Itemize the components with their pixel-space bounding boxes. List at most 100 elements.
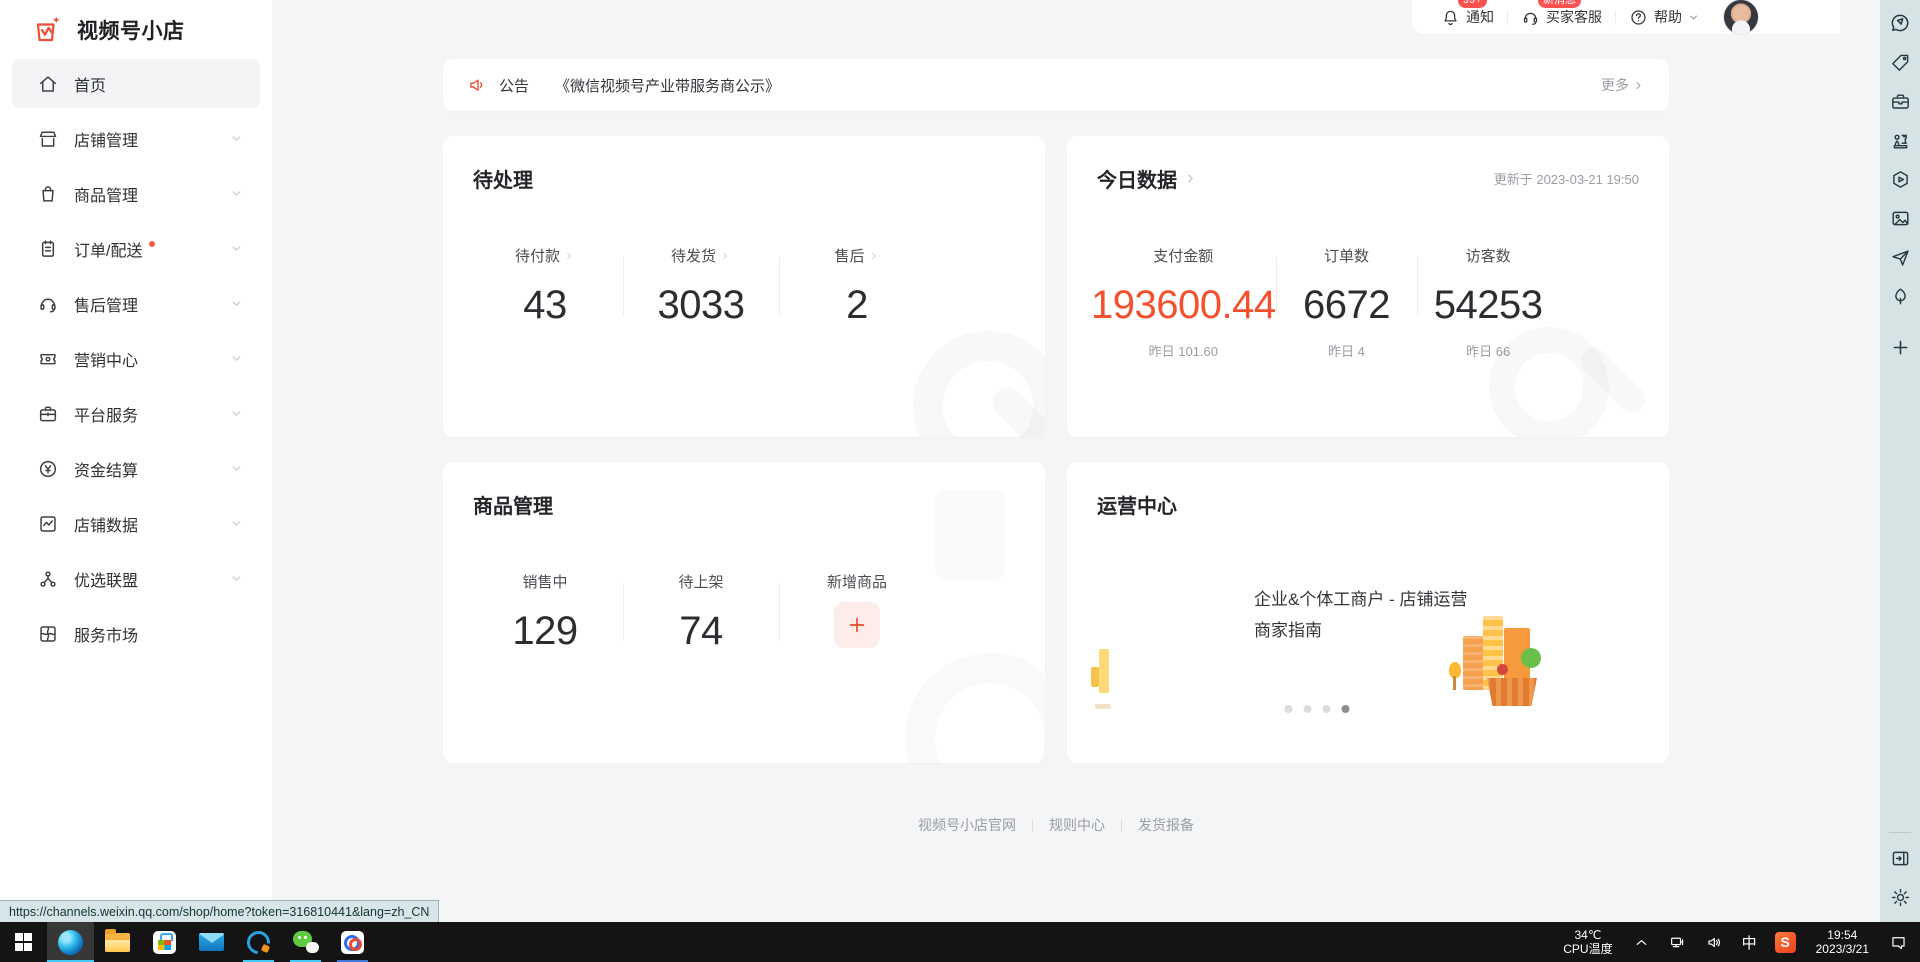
carousel-dot[interactable]	[1323, 705, 1331, 713]
main-content: 公告 《微信视频号产业带服务商公示》 更多 待处理 待付款	[272, 0, 1840, 882]
games-icon[interactable]	[1887, 127, 1913, 153]
chevron-right-icon	[563, 250, 575, 262]
carousel-dot[interactable]	[1304, 705, 1312, 713]
ime-indicator[interactable]: 中	[1733, 932, 1766, 953]
bag-icon	[37, 183, 59, 205]
announcement-more-button[interactable]: 更多	[1601, 75, 1645, 95]
magnifier-watermark-handle	[986, 381, 1045, 437]
action-center-button[interactable]	[1880, 933, 1920, 952]
sogou-ime-button[interactable]: S	[1766, 932, 1805, 953]
buyer-support-button[interactable]: 买家客服 新消息	[1508, 0, 1615, 34]
taskbar-edge-button[interactable]	[47, 922, 94, 962]
chevron-down-icon	[229, 571, 244, 586]
operation-card-title: 运营中心	[1097, 490, 1177, 519]
storefront-icon	[37, 128, 59, 150]
sidebar-item-aftersale[interactable]: 售后管理	[0, 276, 272, 331]
stat-link[interactable]: 待发货	[671, 245, 731, 266]
magnifier-watermark	[913, 331, 1045, 437]
more-label: 更多	[1601, 75, 1629, 95]
stat-label: 售后	[834, 245, 864, 266]
stat-payment-amount: 支付金额 193600.44 昨日 101.60	[1091, 245, 1276, 360]
add-sidebar-item-icon[interactable]	[1887, 334, 1913, 360]
taskbar-file-explorer-button[interactable]	[94, 922, 141, 962]
cpu-temp-widget[interactable]: 34℃ CPU温度	[1552, 928, 1623, 956]
carousel-dot[interactable]	[1285, 705, 1293, 713]
sidebar-item-marketing[interactable]: 营销中心	[0, 331, 272, 386]
chevron-down-icon	[229, 351, 244, 366]
taskbar-tim-button[interactable]	[235, 922, 282, 962]
carousel-dots	[1285, 705, 1350, 713]
stat-label: 待上架	[678, 571, 723, 592]
slide-illustration	[1463, 604, 1545, 708]
announcement-link[interactable]: 《微信视频号产业带服务商公示》	[555, 75, 780, 96]
stat-visitor-count: 访客数 54253 昨日 66	[1417, 245, 1559, 360]
help-button[interactable]: 帮助	[1616, 0, 1713, 34]
network-icon	[1668, 933, 1687, 952]
taskbar-store-button[interactable]	[141, 922, 188, 962]
stat-value: 74	[623, 609, 779, 654]
stat-link[interactable]: 售后	[834, 245, 879, 266]
taskbar-mail-button[interactable]	[188, 922, 235, 962]
help-icon	[1629, 8, 1648, 27]
notifications-button[interactable]: 通知 99+	[1428, 0, 1507, 34]
stat-link[interactable]: 待付款	[515, 245, 575, 266]
volume-button[interactable]	[1696, 933, 1733, 952]
stat-value: 2	[779, 283, 935, 328]
knot-app-icon	[341, 931, 364, 954]
footer-divider	[1121, 819, 1122, 832]
settings-gear-icon[interactable]	[1887, 884, 1913, 910]
open-panel-icon[interactable]	[1887, 845, 1913, 871]
volume-icon	[1705, 933, 1724, 952]
chevron-down-icon	[229, 241, 244, 256]
pending-card: 待处理 待付款 43 待发货	[443, 136, 1045, 437]
stat-label: 销售中	[522, 571, 567, 592]
sidebar-item-funds-settlement[interactable]: 资金结算	[0, 441, 272, 496]
card-title-text: 今日数据	[1097, 164, 1177, 193]
browser-status-url: https://channels.weixin.qq.com/shop/home…	[0, 900, 439, 922]
sidebar-item-home[interactable]: 首页	[0, 56, 272, 111]
briefcase-icon	[37, 403, 59, 425]
sidebar-item-shop-management[interactable]: 店铺管理	[0, 111, 272, 166]
carousel-slide-link[interactable]: 企业&个体工商户 - 店铺运营 商家指南	[1254, 584, 1467, 646]
notification-dot	[149, 241, 155, 247]
footer-link-shipping-report[interactable]: 发货报备	[1138, 815, 1194, 835]
sidebar-item-orders-delivery[interactable]: 订单/配送	[0, 221, 272, 276]
stat-value: 129	[467, 609, 623, 654]
sidebar-item-platform-services[interactable]: 平台服务	[0, 386, 272, 441]
notifications-badge: 99+	[1458, 0, 1487, 8]
taskbar-wechat-button[interactable]	[282, 922, 329, 962]
carousel-dot-active[interactable]	[1342, 705, 1350, 713]
tree-icon[interactable]	[1887, 283, 1913, 309]
slide-title-line2: 商家指南	[1254, 615, 1467, 646]
taskbar-app-button[interactable]	[329, 922, 376, 962]
stat-value: 43	[467, 283, 623, 328]
shopping-tag-icon[interactable]	[1887, 49, 1913, 75]
footer-link-official-site[interactable]: 视频号小店官网	[918, 815, 1016, 835]
chevron-down-icon	[229, 131, 244, 146]
copilot-chat-icon[interactable]	[1887, 10, 1913, 36]
photos-icon[interactable]	[1887, 205, 1913, 231]
today-data-title-link[interactable]: 今日数据	[1097, 164, 1198, 193]
avatar[interactable]	[1723, 0, 1759, 35]
bell-icon	[1441, 8, 1460, 27]
tray-expand-button[interactable]	[1624, 934, 1659, 951]
buyer-support-badge: 新消息	[1538, 0, 1581, 8]
order-icon	[37, 238, 59, 260]
sidebar-item-alliance[interactable]: 优选联盟	[0, 551, 272, 606]
add-product-button[interactable]	[834, 602, 880, 648]
browser-app-icon[interactable]	[1887, 166, 1913, 192]
start-button[interactable]	[0, 922, 47, 962]
clock-widget[interactable]: 19:54 2023/3/21	[1805, 928, 1880, 956]
toolbox-icon[interactable]	[1887, 88, 1913, 114]
sidebar-item-label: 服务市场	[74, 622, 138, 646]
sidebar-item-shop-data[interactable]: 店铺数据	[0, 496, 272, 551]
send-icon[interactable]	[1887, 244, 1913, 270]
sidebar-item-product-management[interactable]: 商品管理	[0, 166, 272, 221]
plus-icon	[846, 614, 868, 636]
footer-link-rules-center[interactable]: 规则中心	[1049, 815, 1105, 835]
stat-label: 订单数	[1324, 245, 1369, 266]
network-status-button[interactable]	[1659, 933, 1696, 952]
clock-time: 19:54	[1816, 928, 1869, 942]
logo[interactable]: 视频号小店	[0, 0, 272, 47]
sidebar-item-service-market[interactable]: 服务市场	[0, 606, 272, 661]
